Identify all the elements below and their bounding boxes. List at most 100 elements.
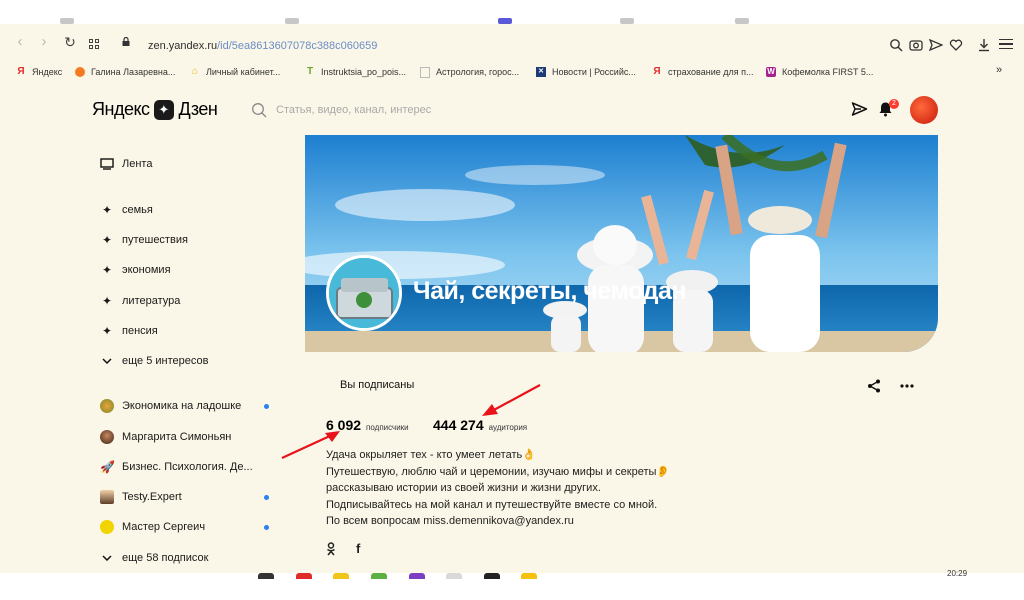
t-icon: T xyxy=(306,66,314,77)
bookmark-insurance[interactable]: Ястрахование для п... xyxy=(652,64,753,80)
dzen-logo[interactable]: Яндекс ✦ Дзен xyxy=(92,99,218,120)
more-bookmarks-icon[interactable]: » xyxy=(996,64,1002,76)
dzen-star-icon: ✦ xyxy=(153,99,174,120)
sidebar-interest-family[interactable]: ✦ семья xyxy=(100,200,153,220)
taskbar-clock: 20:29 xyxy=(947,569,968,578)
bookmark-yandex[interactable]: Я Яндекс xyxy=(16,64,62,80)
browser-tab-strip xyxy=(0,0,1024,24)
sidebar-interest-economy[interactable]: ✦ экономия xyxy=(100,260,171,280)
logo-yandex-text: Яндекс xyxy=(92,99,150,119)
notifications-badge: 2 xyxy=(889,99,899,109)
sidebar-item-label: Маргарита Симоньян xyxy=(122,431,232,443)
sidebar-item-label: Лента xyxy=(122,158,153,170)
reload-icon[interactable]: ↻ xyxy=(62,34,78,50)
logo-dzen-text: Дзен xyxy=(178,99,218,119)
sidebar-interest-pension[interactable]: ✦ пенсия xyxy=(100,321,158,341)
sidebar-item-feed[interactable]: Лента xyxy=(100,154,152,174)
bookmark-label: Яндекс xyxy=(32,67,63,77)
sidebar-subscription[interactable]: Маргарита Симоньян xyxy=(100,427,231,447)
bookmark-label: Астрология, горос... xyxy=(436,67,520,77)
channel-avatar[interactable] xyxy=(326,255,402,331)
bookmark-label: Личный кабинет... xyxy=(206,67,281,77)
odnoklassniki-icon[interactable] xyxy=(326,542,336,556)
sidebar-item-label: Мастер Сергеич xyxy=(122,521,206,533)
description-line: Подписывайтесь на мой канал и путешеству… xyxy=(326,498,658,511)
sparkle-icon: ✦ xyxy=(101,203,113,217)
url-host: zen.yandex.ru xyxy=(148,40,218,52)
chevron-down-icon xyxy=(100,354,114,368)
bookmark-label: Instruktsia_po_pois... xyxy=(321,67,407,77)
channel-cover-image xyxy=(305,135,938,352)
sidebar-more-subscriptions[interactable]: еще 58 подписок xyxy=(100,548,208,568)
news-icon: ✕ xyxy=(536,67,546,77)
taskbar-app-icon[interactable] xyxy=(333,573,349,579)
yandex-y-icon: Я xyxy=(653,66,661,77)
sidebar-item-label: Экономика на ладошке xyxy=(122,400,242,412)
bookmark-coffee[interactable]: W Кофемолка FIRST 5... xyxy=(766,64,873,80)
description-line: Удача окрыляет тех - кто умеет летать👌 xyxy=(326,449,536,461)
zoom-icon[interactable] xyxy=(889,38,903,52)
sidebar-item-label: путешествия xyxy=(122,234,188,246)
taskbar-app-icon[interactable] xyxy=(296,573,312,579)
facebook-icon[interactable]: f xyxy=(356,541,360,556)
yandex-y-icon: Я xyxy=(17,66,25,77)
download-icon[interactable] xyxy=(977,38,991,52)
sparkle-icon: ✦ xyxy=(101,233,113,247)
sparkle-icon: ✦ xyxy=(101,324,113,338)
messages-send-icon[interactable] xyxy=(851,101,868,117)
more-options-icon[interactable] xyxy=(900,384,914,388)
unread-dot xyxy=(264,525,269,530)
sidebar-more-interests[interactable]: еще 5 интересов xyxy=(100,351,208,371)
sidebar-subscription[interactable]: Экономика на ладошке xyxy=(100,396,269,416)
page-icon xyxy=(420,66,430,78)
lock-icon[interactable] xyxy=(122,37,130,46)
sidebar-subscription[interactable]: Testy.Expert xyxy=(100,487,269,507)
description-line: Путешествую, люблю чай и церемонии, изуч… xyxy=(326,465,671,478)
description-line: По всем вопросам miss.demennikova@yandex… xyxy=(326,515,574,528)
house-icon: ⌂ xyxy=(191,66,199,77)
bookmark-instruktsia[interactable]: T Instruktsia_po_pois... xyxy=(305,64,406,80)
sparkle-icon: ✦ xyxy=(101,294,113,308)
favorite-heart-icon[interactable] xyxy=(949,38,963,52)
sidebar-item-label: Бизнес. Психология. Де... xyxy=(122,461,253,473)
bookmark-label: Галина Лазаревна... xyxy=(91,67,176,77)
bookmark-cabinet[interactable]: ⌂ Личный кабинет... xyxy=(190,64,280,80)
share-icon[interactable] xyxy=(867,379,881,393)
bookmark-news[interactable]: ✕ Новости | Российс... xyxy=(536,64,636,80)
bookmark-label: Новости | Российс... xyxy=(552,67,636,77)
user-avatar[interactable] xyxy=(910,96,938,124)
sidebar-item-label: Testy.Expert xyxy=(122,491,182,503)
taskbar-app-icon[interactable] xyxy=(446,573,462,579)
taskbar-app-icon[interactable] xyxy=(521,573,537,579)
taskbar-app-icon[interactable] xyxy=(409,573,425,579)
sidebar-interest-literature[interactable]: ✦ литература xyxy=(100,291,180,311)
w-icon: W xyxy=(766,67,776,77)
search-icon xyxy=(252,103,267,118)
back-icon[interactable]: ‹ xyxy=(12,34,28,50)
taskbar-app-icon[interactable] xyxy=(371,573,387,579)
channel-avatar-icon xyxy=(100,490,114,504)
search-input[interactable] xyxy=(276,101,576,119)
channel-title: Чай, секреты, чемодан xyxy=(413,277,686,305)
sidebar-item-label: еще 5 интересов xyxy=(122,355,209,367)
ok-orange-icon xyxy=(75,67,85,77)
description-line: рассказываю истории из своей жизни и жиз… xyxy=(326,482,601,495)
unread-dot xyxy=(264,404,269,409)
forward-icon[interactable]: › xyxy=(36,34,52,50)
rocket-icon: 🚀 xyxy=(100,460,115,474)
taskbar-app-icon[interactable] xyxy=(484,573,500,579)
bookmark-label: Кофемолка FIRST 5... xyxy=(782,67,874,77)
taskbar-app-icon[interactable] xyxy=(258,573,274,579)
sidebar-interest-travel[interactable]: ✦ путешествия xyxy=(100,230,188,250)
screenshot-icon[interactable] xyxy=(909,38,923,52)
browser-menu-icon[interactable] xyxy=(999,37,1013,51)
sparkle-icon: ✦ xyxy=(101,263,113,277)
apps-grid-icon[interactable] xyxy=(89,39,99,49)
bookmark-galina[interactable]: Галина Лазаревна... xyxy=(75,64,175,80)
sidebar-subscription[interactable]: Мастер Сергеич xyxy=(100,517,269,537)
sidebar-subscription[interactable]: 🚀 Бизнес. Психология. Де... xyxy=(100,457,253,477)
send-page-icon[interactable] xyxy=(929,38,943,52)
bookmark-astrology[interactable]: Астрология, горос... xyxy=(420,64,519,80)
url-path: /id/5ea8613607078c388c060659 xyxy=(217,40,378,52)
address-bar[interactable]: zen.yandex.ru/id/5ea8613607078c388c06065… xyxy=(148,40,377,52)
